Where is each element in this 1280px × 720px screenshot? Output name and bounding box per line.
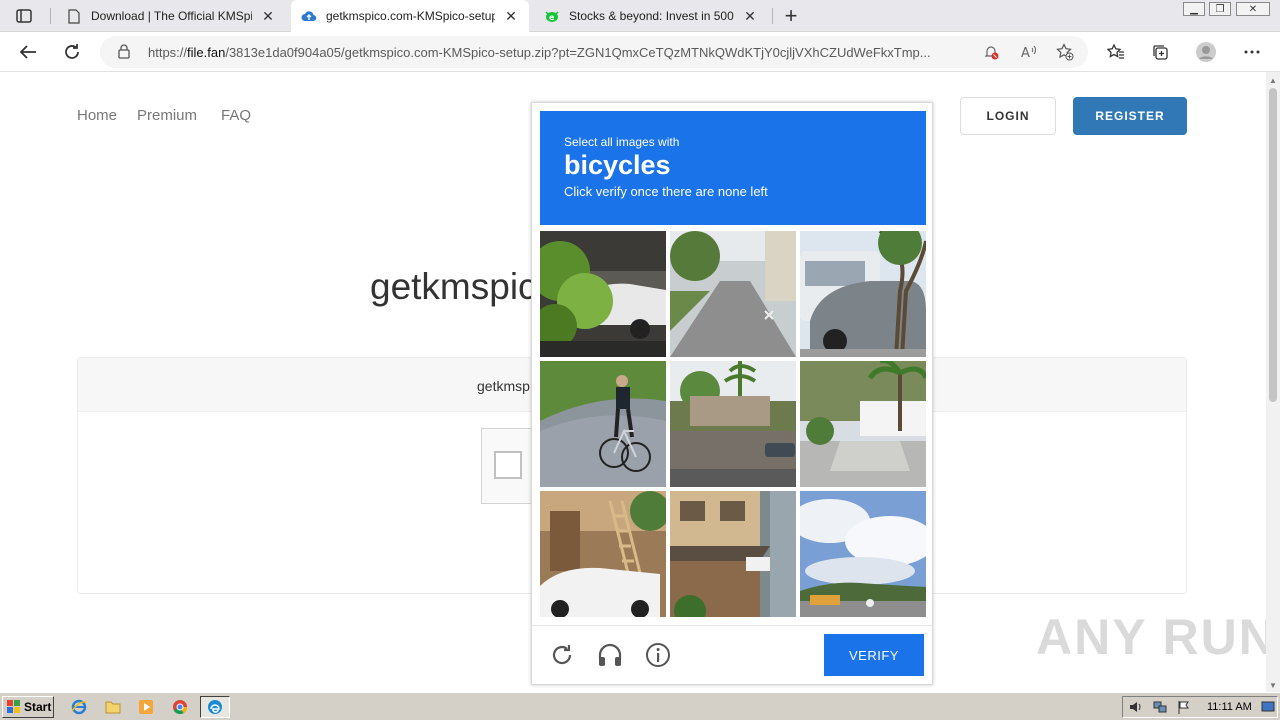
action-center-flag-icon[interactable]: [1177, 700, 1191, 714]
tab-download[interactable]: Download | The Official KMSpico ✕: [56, 0, 286, 32]
nav-faq[interactable]: FAQ: [221, 107, 251, 124]
start-button[interactable]: Start: [2, 696, 54, 718]
tab-file-fan[interactable]: getkmspico.com-KMSpico-setup ✕: [291, 0, 529, 32]
profile-avatar-icon[interactable]: [1192, 38, 1220, 66]
taskbar: Start 11:11 AM: [0, 692, 1280, 720]
favorites-icon[interactable]: [1102, 38, 1130, 66]
register-button[interactable]: REGISTER: [1073, 97, 1187, 135]
svg-text:A: A: [1021, 46, 1030, 59]
image-tile-sky-highway[interactable]: [800, 491, 926, 617]
new-tab-button[interactable]: +: [778, 3, 804, 29]
lock-icon[interactable]: [118, 44, 132, 60]
volume-icon[interactable]: [1129, 700, 1143, 714]
nav-premium[interactable]: Premium: [137, 107, 197, 124]
windows-logo-icon: [7, 700, 21, 714]
nav-home[interactable]: Home: [77, 107, 117, 124]
notification-blocked-icon[interactable]: [982, 43, 1000, 61]
read-aloud-icon[interactable]: A: [1020, 43, 1038, 61]
prompt-hint: Click verify once there are none left: [564, 184, 768, 199]
image-tile-cars-tree[interactable]: [800, 231, 926, 357]
image-tile-hillside-house[interactable]: [670, 361, 796, 487]
close-icon[interactable]: ✕: [503, 8, 519, 24]
ie-icon[interactable]: [70, 698, 88, 716]
system-tray: 11:11 AM: [1122, 696, 1278, 718]
image-tile-cyclist[interactable]: [540, 361, 666, 487]
login-button[interactable]: LOGIN: [960, 97, 1056, 135]
show-desktop-icon[interactable]: [1261, 700, 1275, 714]
browser-toolbar: https://file.fan/3813e1da0f904a05/getkms…: [0, 32, 1280, 72]
cloud-upload-icon: [301, 8, 317, 24]
page-scrollbar[interactable]: ▲ ▼: [1266, 72, 1280, 692]
audio-challenge-icon[interactable]: [596, 641, 624, 669]
more-menu-icon[interactable]: [1238, 38, 1266, 66]
scroll-down-icon[interactable]: ▼: [1269, 681, 1277, 690]
window-close-button[interactable]: ✕: [1236, 2, 1270, 16]
captcha-challenge: Select all images with bicycles Click ve…: [531, 102, 933, 685]
folder-icon[interactable]: [104, 698, 122, 716]
image-tile-japanese-shop[interactable]: [670, 491, 796, 617]
web-page: Home Premium FAQ LOGIN REGISTER getkmspi…: [0, 72, 1266, 692]
tab-strip: Download | The Official KMSpico ✕ getkms…: [0, 0, 1280, 32]
refresh-button[interactable]: [58, 38, 86, 66]
collections-icon[interactable]: [1146, 38, 1174, 66]
svg-text:e: e: [549, 13, 555, 22]
scrollbar-thumb[interactable]: [1269, 88, 1277, 402]
tab-title: getkmspico.com-KMSpico-setup: [326, 9, 495, 23]
close-icon[interactable]: ✕: [260, 8, 276, 24]
address-bar[interactable]: https://file.fan/3813e1da0f904a05/getkms…: [100, 36, 1088, 68]
challenge-prompt: Select all images with bicycles Click ve…: [540, 111, 926, 225]
media-player-icon[interactable]: [137, 698, 155, 716]
verify-button[interactable]: VERIFY: [824, 634, 924, 676]
refresh-challenge-icon[interactable]: [548, 641, 576, 669]
url-text[interactable]: https://file.fan/3813e1da0f904a05/getkms…: [148, 45, 973, 60]
back-button[interactable]: [14, 38, 42, 66]
image-tile-wooden-shed-car[interactable]: [540, 491, 666, 617]
info-icon[interactable]: [644, 641, 672, 669]
page-title: getkmspico: [370, 266, 558, 307]
anyrun-watermark: ANY RUN: [1036, 609, 1266, 665]
start-label: Start: [24, 700, 52, 714]
network-icon[interactable]: [1153, 700, 1167, 714]
challenge-divider: [532, 625, 932, 626]
page-icon: [66, 8, 82, 24]
edge-icon[interactable]: [206, 698, 224, 716]
card-heading: getkmsp: [477, 378, 530, 394]
captcha-checkbox[interactable]: [494, 451, 522, 479]
add-favorite-icon[interactable]: [1056, 43, 1074, 61]
image-tile-car-garage-plants[interactable]: [540, 231, 666, 357]
etoro-icon: e: [544, 8, 560, 24]
clock: 11:11 AM: [1207, 701, 1252, 713]
tab-actions-icon[interactable]: [10, 4, 38, 28]
close-icon[interactable]: ✕: [742, 8, 758, 24]
image-tile-plaza-palm[interactable]: [800, 361, 926, 487]
tab-title: Download | The Official KMSpico: [91, 9, 252, 23]
restore-button[interactable]: ❐: [1209, 2, 1231, 16]
prompt-target: bicycles: [564, 150, 671, 180]
chrome-icon[interactable]: [171, 698, 189, 716]
prompt-instruction: Select all images with: [564, 135, 680, 149]
image-tile-street-road[interactable]: [670, 231, 796, 357]
scroll-up-icon[interactable]: ▲: [1269, 76, 1277, 85]
tab-title: Stocks & beyond: Invest in 5000: [569, 9, 734, 23]
minimize-button[interactable]: ▁: [1183, 2, 1205, 16]
tab-etoro[interactable]: e Stocks & beyond: Invest in 5000 ✕: [534, 0, 768, 32]
